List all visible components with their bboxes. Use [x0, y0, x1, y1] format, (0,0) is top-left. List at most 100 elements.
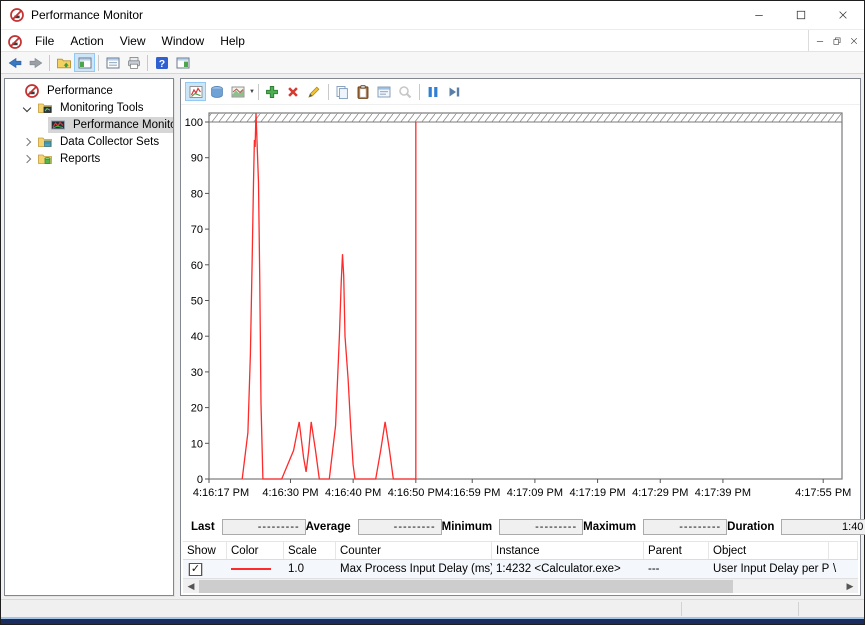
mdi-minimize-button[interactable] — [811, 33, 828, 48]
mdi-window-controls — [808, 30, 864, 51]
svg-text:90: 90 — [191, 153, 203, 165]
view-log-data-button[interactable] — [206, 82, 227, 101]
properties-button[interactable] — [102, 53, 123, 72]
stat-last: Last--------- — [191, 519, 306, 535]
column-header-counter[interactable]: Counter — [336, 542, 492, 559]
menu-view[interactable]: View — [112, 32, 154, 50]
back-icon — [7, 55, 23, 71]
menu-window[interactable]: Window — [154, 32, 213, 50]
counter-table-header[interactable]: ShowColorScaleCounterInstanceParentObjec… — [183, 542, 858, 560]
counter-value: Max Process Input Delay (ms) — [336, 563, 492, 575]
menu-action[interactable]: Action — [62, 32, 111, 50]
properties-window-icon — [105, 55, 121, 71]
svg-text:40: 40 — [191, 331, 203, 343]
performance-chart[interactable]: 01020304050607080901004:16:17 PM4:16:30 … — [181, 105, 860, 515]
chevron-right-icon[interactable] — [23, 137, 31, 145]
back-button[interactable] — [4, 53, 25, 72]
close-button[interactable] — [822, 1, 864, 29]
menu-bar: FileActionViewWindowHelp — [1, 29, 864, 51]
menu-items: FileActionViewWindowHelp — [27, 32, 253, 50]
stat-label: Duration — [727, 521, 774, 533]
stat-average: Average--------- — [306, 519, 442, 535]
column-header-computer[interactable] — [829, 542, 858, 559]
pause-icon — [425, 84, 441, 100]
copy-icon — [334, 84, 350, 100]
menu-help[interactable]: Help — [212, 32, 253, 50]
help-icon: ? — [154, 55, 170, 71]
window-bottom-edge — [1, 617, 864, 624]
sidebar-item-performance-monitor[interactable]: Performance Monitor — [5, 116, 173, 133]
column-header-object[interactable]: Object — [709, 542, 829, 559]
delete-icon — [285, 84, 301, 100]
paste-counter-list-button[interactable] — [353, 82, 374, 101]
instance-value: 1:4232 <Calculator.exe> — [492, 563, 644, 575]
add-counter-button[interactable] — [262, 82, 283, 101]
action-pane-icon — [175, 55, 191, 71]
data-collector-sets-icon — [37, 134, 53, 150]
view-current-activity-button[interactable] — [185, 82, 206, 101]
window-controls — [738, 1, 864, 29]
chevron-down-icon[interactable] — [23, 103, 31, 111]
toolbar-separator — [49, 55, 50, 71]
column-header-show[interactable]: Show — [183, 542, 227, 559]
checkbox-checked-icon[interactable]: ✓ — [189, 563, 202, 576]
freeze-display-button[interactable] — [423, 82, 444, 101]
mdi-close-button[interactable] — [845, 33, 862, 48]
show-console-tree-button[interactable] — [74, 53, 95, 72]
counter-table-row[interactable]: ✓1.0Max Process Input Delay (ms)1:4232 <… — [183, 560, 858, 578]
show-action-pane-button[interactable] — [172, 53, 193, 72]
sidebar-item-performance[interactable]: Performance — [5, 82, 173, 99]
scroll-left-icon[interactable]: ◀ — [183, 579, 199, 593]
column-header-color[interactable]: Color — [227, 542, 284, 559]
column-header-parent[interactable]: Parent — [644, 542, 709, 559]
update-data-button[interactable] — [444, 82, 465, 101]
zoom-button[interactable] — [395, 82, 416, 101]
show-checkbox[interactable]: ✓ — [183, 563, 227, 576]
svg-text:?: ? — [158, 58, 164, 70]
change-graph-type-button[interactable] — [227, 82, 248, 101]
add-icon — [264, 84, 280, 100]
sidebar-item-reports[interactable]: Reports — [5, 150, 173, 167]
scroll-right-icon[interactable]: ▶ — [842, 579, 858, 593]
svg-text:0: 0 — [197, 474, 203, 486]
computer-value: \ — [829, 563, 858, 575]
sidebar-item-monitoring-tools[interactable]: Monitoring Tools — [5, 99, 173, 116]
delete-counter-button[interactable] — [283, 82, 304, 101]
forward-button[interactable] — [25, 53, 46, 72]
highlight-button[interactable] — [304, 82, 325, 101]
monitoring-tools-icon — [37, 100, 53, 116]
chevron-down-icon[interactable]: ▼ — [249, 89, 255, 95]
help-button[interactable]: ? — [151, 53, 172, 72]
column-header-scale[interactable]: Scale — [284, 542, 336, 559]
column-header-instance[interactable]: Instance — [492, 542, 644, 559]
print-button[interactable] — [123, 53, 144, 72]
sidebar-item-data-collector-sets[interactable]: Data Collector Sets — [5, 133, 173, 150]
change-graph-type-icon — [230, 84, 246, 100]
perfmon-menubar-logo-icon — [7, 34, 21, 48]
stat-label: Maximum — [583, 521, 636, 533]
horizontal-scrollbar[interactable]: ◀ ▶ — [183, 578, 858, 593]
toolbar-separator — [258, 84, 259, 100]
color-swatch — [227, 563, 284, 575]
minimize-button[interactable] — [738, 1, 780, 29]
mdi-restore-button[interactable] — [828, 33, 845, 48]
maximize-button[interactable] — [780, 1, 822, 29]
chevron-right-icon[interactable] — [23, 154, 31, 162]
svg-text:4:17:29 PM: 4:17:29 PM — [632, 487, 688, 499]
svg-text:4:16:30 PM: 4:16:30 PM — [262, 487, 318, 499]
scrollbar-thumb[interactable] — [199, 580, 733, 593]
menu-file[interactable]: File — [27, 32, 62, 50]
copy-properties-button[interactable] — [332, 82, 353, 101]
export-button[interactable] — [53, 53, 74, 72]
svg-text:4:16:40 PM: 4:16:40 PM — [325, 487, 381, 499]
stat-value: --------- — [643, 519, 727, 535]
scrollbar-track[interactable] — [199, 579, 842, 593]
svg-text:10: 10 — [191, 438, 203, 450]
series-color-line — [231, 568, 271, 570]
console-tree-icon — [77, 55, 93, 71]
reports-icon — [37, 151, 53, 167]
stat-label: Minimum — [442, 521, 492, 533]
toolbar-separator — [147, 55, 148, 71]
properties-dialog-button[interactable] — [374, 82, 395, 101]
highlight-icon — [306, 84, 322, 100]
